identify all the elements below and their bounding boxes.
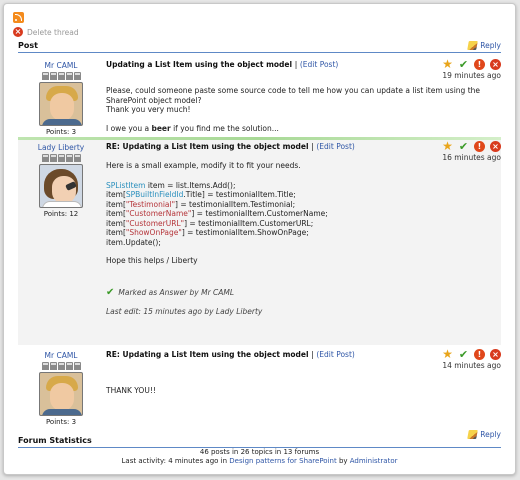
post-text: Please, could someone paste some source …	[106, 86, 480, 133]
post-2: Lady Liberty Points: 12 RE: Updating a L…	[18, 137, 501, 345]
edit-post-link[interactable]: (Edit Post)	[316, 350, 354, 359]
author-link[interactable]: Lady Liberty	[18, 143, 104, 152]
code-block: SPListItem item = list.Items.Add(); item…	[106, 180, 328, 247]
post-body: Updating a List Item using the object mo…	[106, 58, 501, 134]
delete-thread-label: Delete thread	[27, 27, 79, 37]
post-timestamp: 14 minutes ago	[442, 361, 501, 370]
author-points: Points: 12	[43, 210, 79, 218]
post-header: Post Reply	[18, 41, 501, 53]
close-icon[interactable]: ×	[490, 349, 501, 360]
rank-icons	[18, 154, 104, 162]
avatar	[39, 372, 83, 416]
star-icon[interactable]: ★	[442, 58, 453, 70]
forum-statistics-title: Forum Statistics	[18, 436, 92, 445]
forum-thread-panel: × Delete thread Post Reply Mr CAML Point…	[3, 3, 516, 475]
reply-link-bottom[interactable]: Reply	[467, 430, 501, 439]
avatar	[39, 82, 83, 126]
post-timestamp: 19 minutes ago	[442, 71, 501, 80]
post-title: Updating a List Item using the object mo…	[106, 60, 339, 69]
check-icon[interactable]: ✔	[458, 349, 469, 360]
post-1: Mr CAML Points: 3 Updating a List Item u…	[18, 58, 501, 136]
check-icon[interactable]: ✔	[458, 141, 469, 152]
user-link[interactable]: Administrator	[350, 457, 398, 465]
author-panel: Mr CAML Points: 3	[18, 348, 104, 426]
post-text: Here is a small example, modify it to fi…	[106, 161, 501, 317]
answer-badge: ✔ Marked as Answer by Mr CAML	[106, 286, 235, 298]
star-icon[interactable]: ★	[442, 348, 453, 360]
post-body: RE: Updating a List Item using the objec…	[106, 140, 501, 317]
post-tools: ★ ✔ ! ×	[442, 58, 501, 70]
pencil-icon	[467, 430, 479, 439]
author-panel: Mr CAML Points: 3	[18, 58, 104, 136]
close-icon[interactable]: ×	[490, 59, 501, 70]
reply-link-top[interactable]: Reply	[467, 41, 501, 50]
reply-label: Reply	[480, 430, 501, 439]
rank-icons	[18, 72, 104, 80]
close-icon[interactable]: ×	[490, 141, 501, 152]
reply-label: Reply	[480, 41, 501, 50]
author-points: Points: 3	[45, 128, 77, 136]
post-title: RE: Updating a List Item using the objec…	[106, 350, 355, 359]
edit-post-link[interactable]: (Edit Post)	[300, 60, 338, 69]
alert-icon[interactable]: !	[474, 141, 485, 152]
delete-icon: ×	[13, 27, 23, 37]
post-section-title: Post	[18, 41, 38, 50]
answer-check-icon: ✔	[106, 286, 115, 298]
stats-counts: 46 posts in 26 topics in 13 forums	[199, 448, 320, 456]
post-tools: ★ ✔ ! ×	[442, 348, 501, 360]
avatar	[39, 164, 83, 208]
alert-icon[interactable]: !	[474, 59, 485, 70]
post-body: RE: Updating a List Item using the objec…	[106, 348, 501, 396]
forum-statistics-header: Forum Statistics Reply	[18, 430, 501, 448]
rank-icons	[18, 362, 104, 370]
edit-post-link[interactable]: (Edit Post)	[316, 142, 354, 151]
forum-link[interactable]: Design patterns for SharePoint	[229, 457, 336, 465]
author-link[interactable]: Mr CAML	[18, 351, 104, 360]
delete-thread-button[interactable]: × Delete thread	[13, 27, 79, 37]
star-icon[interactable]: ★	[442, 140, 453, 152]
post-tools: ★ ✔ ! ×	[442, 140, 501, 152]
author-link[interactable]: Mr CAML	[18, 61, 104, 70]
post-text: THANK YOU!!	[106, 386, 156, 395]
post-3: Mr CAML Points: 3 RE: Updating a List It…	[18, 348, 501, 426]
rss-icon[interactable]	[13, 12, 24, 23]
pencil-icon	[467, 41, 479, 50]
post-title: RE: Updating a List Item using the objec…	[106, 142, 355, 151]
author-points: Points: 3	[45, 418, 77, 426]
stats-last-activity: Last activity: 4 minutes ago in Design p…	[121, 457, 398, 465]
check-icon[interactable]: ✔	[458, 59, 469, 70]
forum-statistics: 46 posts in 26 topics in 13 forums Last …	[18, 448, 501, 466]
last-edit: Last edit: 15 minutes ago by Lady Libert…	[106, 307, 263, 316]
alert-icon[interactable]: !	[474, 349, 485, 360]
author-panel: Lady Liberty Points: 12	[18, 140, 104, 218]
